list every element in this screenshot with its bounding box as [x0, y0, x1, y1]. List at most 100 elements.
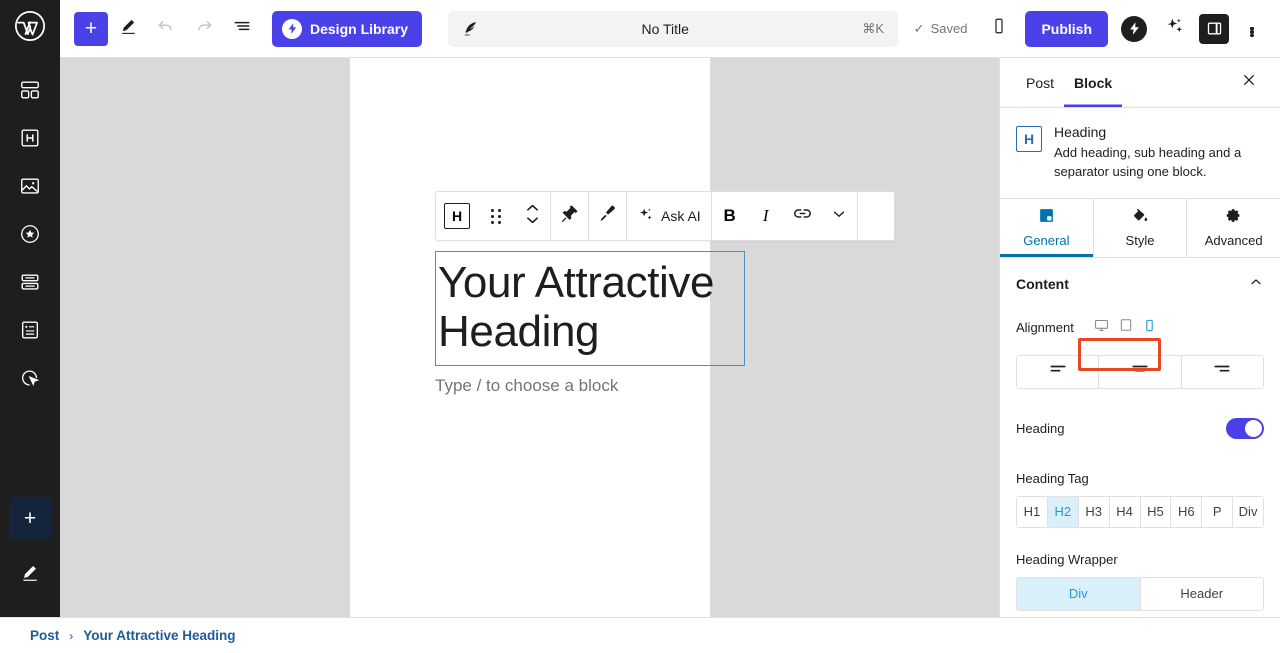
heading-tag-h5[interactable]: H5 [1140, 496, 1172, 527]
more-options-button[interactable] [1236, 12, 1268, 46]
tab-general[interactable]: General [1000, 198, 1094, 257]
pencil-icon [20, 563, 40, 588]
topbar-right-group: ✓ Saved Publish [904, 10, 1280, 47]
align-right-button[interactable] [1181, 355, 1263, 388]
design-library-button[interactable]: Design Library [272, 10, 423, 47]
responsive-device-selector [1086, 314, 1166, 342]
left-icon-rail: + [0, 58, 60, 617]
pin-block-button[interactable] [551, 192, 588, 240]
heading-tag-h6[interactable]: H6 [1171, 496, 1203, 527]
check-icon: ✓ [913, 20, 925, 36]
drag-handle-button[interactable] [478, 192, 514, 240]
device-tablet-button[interactable] [1115, 317, 1137, 339]
heading-toggle-switch[interactable] [1226, 418, 1264, 440]
mobile-preview-icon [990, 17, 1008, 40]
breadcrumb-item-post[interactable]: Post [30, 628, 59, 643]
settings-panel-toggle[interactable] [1196, 11, 1232, 47]
post-title-field[interactable]: No Title ⌘K [448, 10, 899, 47]
wordpress-logo-button[interactable] [0, 0, 60, 58]
ask-ai-button[interactable]: Ask AI [627, 192, 711, 240]
heading-block-icon: H [444, 203, 470, 229]
align-left-icon [1048, 359, 1068, 384]
align-center-button[interactable] [1099, 355, 1182, 388]
sidebar-item-headings[interactable] [8, 118, 52, 162]
pin-hammer-icon [559, 203, 580, 229]
heading-tag-h3[interactable]: H3 [1078, 496, 1110, 527]
sidebar-item-interactions[interactable] [8, 358, 52, 402]
tab-post[interactable]: Post [1016, 58, 1064, 107]
heading-wrapper-div[interactable]: Div [1017, 577, 1141, 610]
breadcrumb: Post › Your Attractive Heading [0, 617, 1280, 653]
rail-edit-button[interactable] [8, 553, 52, 597]
heading-block[interactable]: Your Attractive Heading [435, 251, 745, 366]
sidebar-item-media[interactable] [8, 166, 52, 210]
star-badge-icon [19, 223, 41, 250]
sidebar-item-featured[interactable] [8, 214, 52, 258]
layout-dashboard-icon [19, 79, 41, 106]
drag-handle-icon [491, 208, 501, 224]
saved-status[interactable]: ✓ Saved [904, 21, 978, 37]
block-toolbar: H Ask AI B I [435, 191, 895, 241]
italic-button[interactable]: I [748, 192, 784, 240]
heading-block-icon: H [1016, 126, 1042, 152]
close-sidebar-button[interactable] [1234, 68, 1264, 98]
align-left-button[interactable] [1017, 355, 1100, 388]
heading-tag-h2[interactable]: H2 [1047, 496, 1079, 527]
tab-advanced[interactable]: Advanced [1187, 199, 1280, 257]
paint-brush-icon [597, 203, 618, 229]
wordpress-logo-icon [14, 10, 46, 47]
paragraph-placeholder[interactable]: Type / to choose a block [435, 376, 618, 396]
tab-style[interactable]: Style [1094, 198, 1188, 257]
list-view-button[interactable] [224, 11, 260, 47]
settings-sidebar: Post Block H Heading Add heading, sub he… [999, 58, 1280, 617]
spectra-button[interactable] [1116, 11, 1152, 47]
heading-tag-div[interactable]: Div [1233, 496, 1263, 527]
preview-device-button[interactable] [981, 11, 1017, 47]
block-type-button[interactable]: H [436, 192, 478, 240]
undo-button[interactable] [148, 11, 184, 47]
sidebar-item-layout-blocks[interactable] [8, 262, 52, 306]
heading-wrapper-header[interactable]: Header [1140, 577, 1263, 610]
move-up-down-icon [525, 201, 540, 232]
move-block-button[interactable] [514, 192, 550, 240]
ai-assistant-button[interactable] [1156, 11, 1192, 47]
undo-arrow-icon [156, 16, 176, 41]
heading-tag-p[interactable]: P [1202, 496, 1234, 527]
chevron-up-icon [1248, 274, 1264, 295]
tablet-icon [1119, 318, 1133, 337]
device-mobile-button[interactable] [1139, 317, 1161, 339]
saved-label: Saved [930, 21, 968, 36]
heading-tag-h1[interactable]: H1 [1017, 496, 1048, 527]
redo-button[interactable] [186, 11, 222, 47]
brush-style-button[interactable] [589, 192, 626, 240]
redo-arrow-icon [194, 16, 214, 41]
sidebar-item-forms[interactable] [8, 310, 52, 354]
tab-general-label: General [1023, 233, 1070, 249]
cursor-click-icon [19, 367, 41, 394]
tab-block[interactable]: Block [1064, 58, 1122, 107]
add-block-button[interactable]: + [74, 11, 108, 46]
editor-canvas[interactable]: H Ask AI B I Your Attractive Heading Typ… [60, 58, 999, 617]
edit-mode-button[interactable] [110, 11, 146, 47]
heading-wrapper-label: Heading Wrapper [1016, 551, 1118, 567]
link-button[interactable] [784, 192, 821, 240]
more-formats-button[interactable] [821, 192, 857, 240]
general-square-icon [1038, 207, 1055, 227]
align-right-icon [1212, 359, 1232, 384]
design-library-label: Design Library [310, 20, 409, 37]
heading-wrapper-group: Div Header [1016, 576, 1264, 611]
block-options-button[interactable] [858, 192, 894, 240]
content-section-header[interactable]: Content [1000, 258, 1280, 309]
breadcrumb-item-current[interactable]: Your Attractive Heading [83, 628, 235, 643]
heading-tag-h4[interactable]: H4 [1109, 496, 1141, 527]
bold-button[interactable]: B [712, 192, 748, 240]
sidebar-item-dashboard[interactable] [8, 70, 52, 114]
publish-button[interactable]: Publish [1025, 10, 1108, 47]
sparkles-icon [637, 206, 655, 227]
chevron-down-icon [830, 205, 848, 228]
heading-text[interactable]: Your Attractive Heading [438, 258, 744, 357]
breadcrumb-separator: › [69, 628, 74, 643]
device-desktop-button[interactable] [1091, 317, 1113, 339]
rail-add-button[interactable]: + [9, 497, 51, 539]
gear-icon [1225, 207, 1242, 227]
